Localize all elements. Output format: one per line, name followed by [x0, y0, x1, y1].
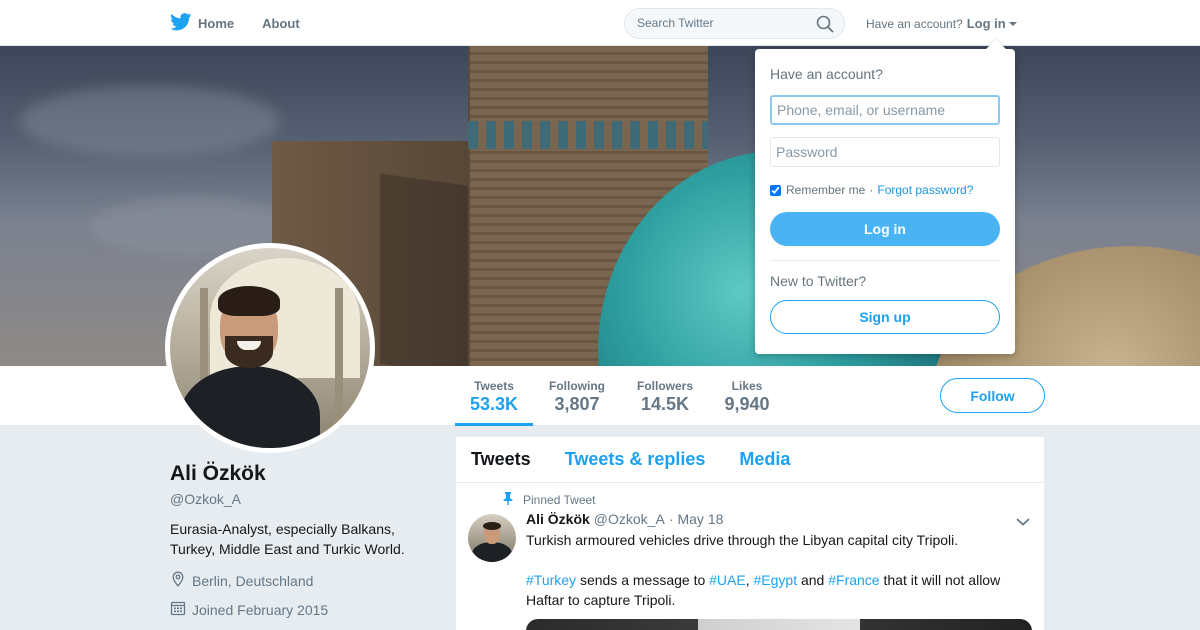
- tweet-header-separator: ·: [668, 511, 674, 527]
- tab-media[interactable]: Media: [739, 449, 790, 470]
- profile-joined-text: Joined February 2015: [192, 601, 329, 618]
- password-input[interactable]: [770, 137, 1000, 167]
- profile-location-text: Berlin, Deutschland: [192, 572, 314, 589]
- follow-button[interactable]: Follow: [940, 378, 1045, 413]
- tweet-avatar-body: [472, 542, 512, 562]
- hashtag-link[interactable]: #France: [828, 572, 879, 588]
- location-pin-icon: [170, 571, 192, 590]
- stat-following-value: 3,807: [554, 394, 600, 414]
- stat-followers[interactable]: Followers 14.5K: [630, 366, 700, 426]
- stat-likes-label: Likes: [731, 379, 763, 393]
- caret-down-icon: [1008, 21, 1017, 26]
- tweet-date[interactable]: May 18: [677, 511, 723, 527]
- twitter-logo-icon: [170, 12, 198, 34]
- new-to-twitter-label: New to Twitter?: [770, 273, 867, 289]
- stat-following[interactable]: Following 3,807: [541, 366, 613, 426]
- top-navigation-bar: Home About Have an account? Log in: [0, 0, 1200, 46]
- profile-name[interactable]: Ali Özkök: [170, 462, 430, 486]
- cloud-shape: [20, 86, 280, 156]
- pin-icon: [503, 492, 523, 508]
- hashtag-link[interactable]: #UAE: [709, 572, 746, 588]
- nav-home-label: Home: [198, 15, 235, 31]
- tweet-header: Ali Özkök @Ozkok_A · May 18: [526, 511, 723, 527]
- search-input[interactable]: [637, 16, 807, 30]
- profile-avatar[interactable]: [165, 243, 375, 453]
- nav-about-label: About: [262, 15, 300, 31]
- search-box: [624, 8, 845, 39]
- remember-me-checkbox[interactable]: [770, 184, 781, 196]
- tweet-avatar-hair: [483, 522, 501, 530]
- profile-joined: Joined February 2015: [170, 600, 430, 619]
- timeline-tabs: Tweets Tweets & replies Media: [456, 437, 1044, 483]
- stat-likes[interactable]: Likes 9,940: [719, 366, 775, 426]
- hashtag-link[interactable]: #Egypt: [754, 572, 798, 588]
- stat-followers-value: 14.5K: [640, 394, 690, 414]
- tweet-media-preview[interactable]: [526, 619, 1032, 630]
- timeline: Tweets Tweets & replies Media Pinned Twe…: [456, 437, 1044, 630]
- avatar-person-body: [180, 366, 320, 448]
- stat-tweets-value: 53.3K: [469, 394, 519, 414]
- have-account-label: Have an account?: [866, 16, 963, 31]
- login-dropdown-divider: [770, 260, 1000, 261]
- minaret-tile-band-shape: [468, 121, 708, 149]
- tweet-text-fragment: ,: [745, 572, 754, 588]
- forgot-password-link[interactable]: Forgot password?: [877, 183, 973, 197]
- login-button[interactable]: Log in: [770, 212, 1000, 246]
- stat-likes-value: 9,940: [724, 394, 770, 414]
- tweet-author-avatar[interactable]: [468, 514, 516, 562]
- account-menu: Have an account? Log in: [866, 16, 1017, 31]
- tweet-text-paragraph: #Turkey sends a message to #UAE, #Egypt …: [526, 570, 1016, 610]
- stat-tweets[interactable]: Tweets 53.3K: [455, 366, 533, 426]
- signup-button[interactable]: Sign up: [770, 300, 1000, 334]
- pinned-tweet-text: Pinned Tweet: [523, 493, 596, 507]
- remember-me-label[interactable]: Remember me: [786, 183, 865, 197]
- nav-home[interactable]: Home: [170, 12, 235, 34]
- avatar-background-column: [335, 288, 343, 438]
- tweet-text-line: Turkish armoured vehicles drive through …: [526, 532, 959, 548]
- pinned-tweet-label: Pinned Tweet: [503, 492, 596, 508]
- tab-tweets[interactable]: Tweets: [471, 449, 531, 470]
- chevron-down-icon[interactable]: [1016, 514, 1030, 532]
- profile-location: Berlin, Deutschland: [170, 571, 430, 590]
- username-input[interactable]: [770, 95, 1000, 125]
- stat-followers-label: Followers: [636, 379, 693, 393]
- tweet-author-name[interactable]: Ali Özkök: [526, 511, 590, 527]
- calendar-icon: [170, 600, 192, 619]
- hashtag-link[interactable]: #Turkey: [526, 572, 576, 588]
- tweet-text-spacer: [526, 550, 1016, 570]
- tweet-text: Turkish armoured vehicles drive through …: [526, 530, 1016, 610]
- login-dropdown-toggle[interactable]: Log in: [967, 16, 1017, 31]
- login-dropdown: Have an account? Remember me · Forgot pa…: [755, 49, 1015, 354]
- tab-tweets-and-replies[interactable]: Tweets & replies: [565, 449, 706, 470]
- profile-handle[interactable]: @Ozkok_A: [170, 491, 430, 507]
- remember-separator: ·: [869, 183, 874, 197]
- remember-me-row: Remember me · Forgot password?: [770, 183, 973, 197]
- stat-tweets-label: Tweets: [474, 379, 514, 393]
- tweet-text-fragment: and: [797, 572, 829, 588]
- tweet-text-fragment: sends a message to: [576, 572, 710, 588]
- tweet-author-handle[interactable]: @Ozkok_A: [594, 511, 665, 527]
- nav-left: Home About: [170, 0, 328, 46]
- profile-bio: Eurasia-Analyst, especially Balkans, Tur…: [170, 521, 405, 557]
- avatar-person-hair: [218, 286, 280, 316]
- login-dropdown-title: Have an account?: [770, 66, 883, 82]
- stat-following-label: Following: [549, 379, 605, 393]
- nav-about[interactable]: About: [262, 16, 300, 31]
- login-link-label: Log in: [966, 16, 1006, 31]
- profile-card: Ali Özkök @Ozkok_A Eurasia-Analyst, espe…: [170, 462, 430, 619]
- search-icon[interactable]: [816, 15, 834, 38]
